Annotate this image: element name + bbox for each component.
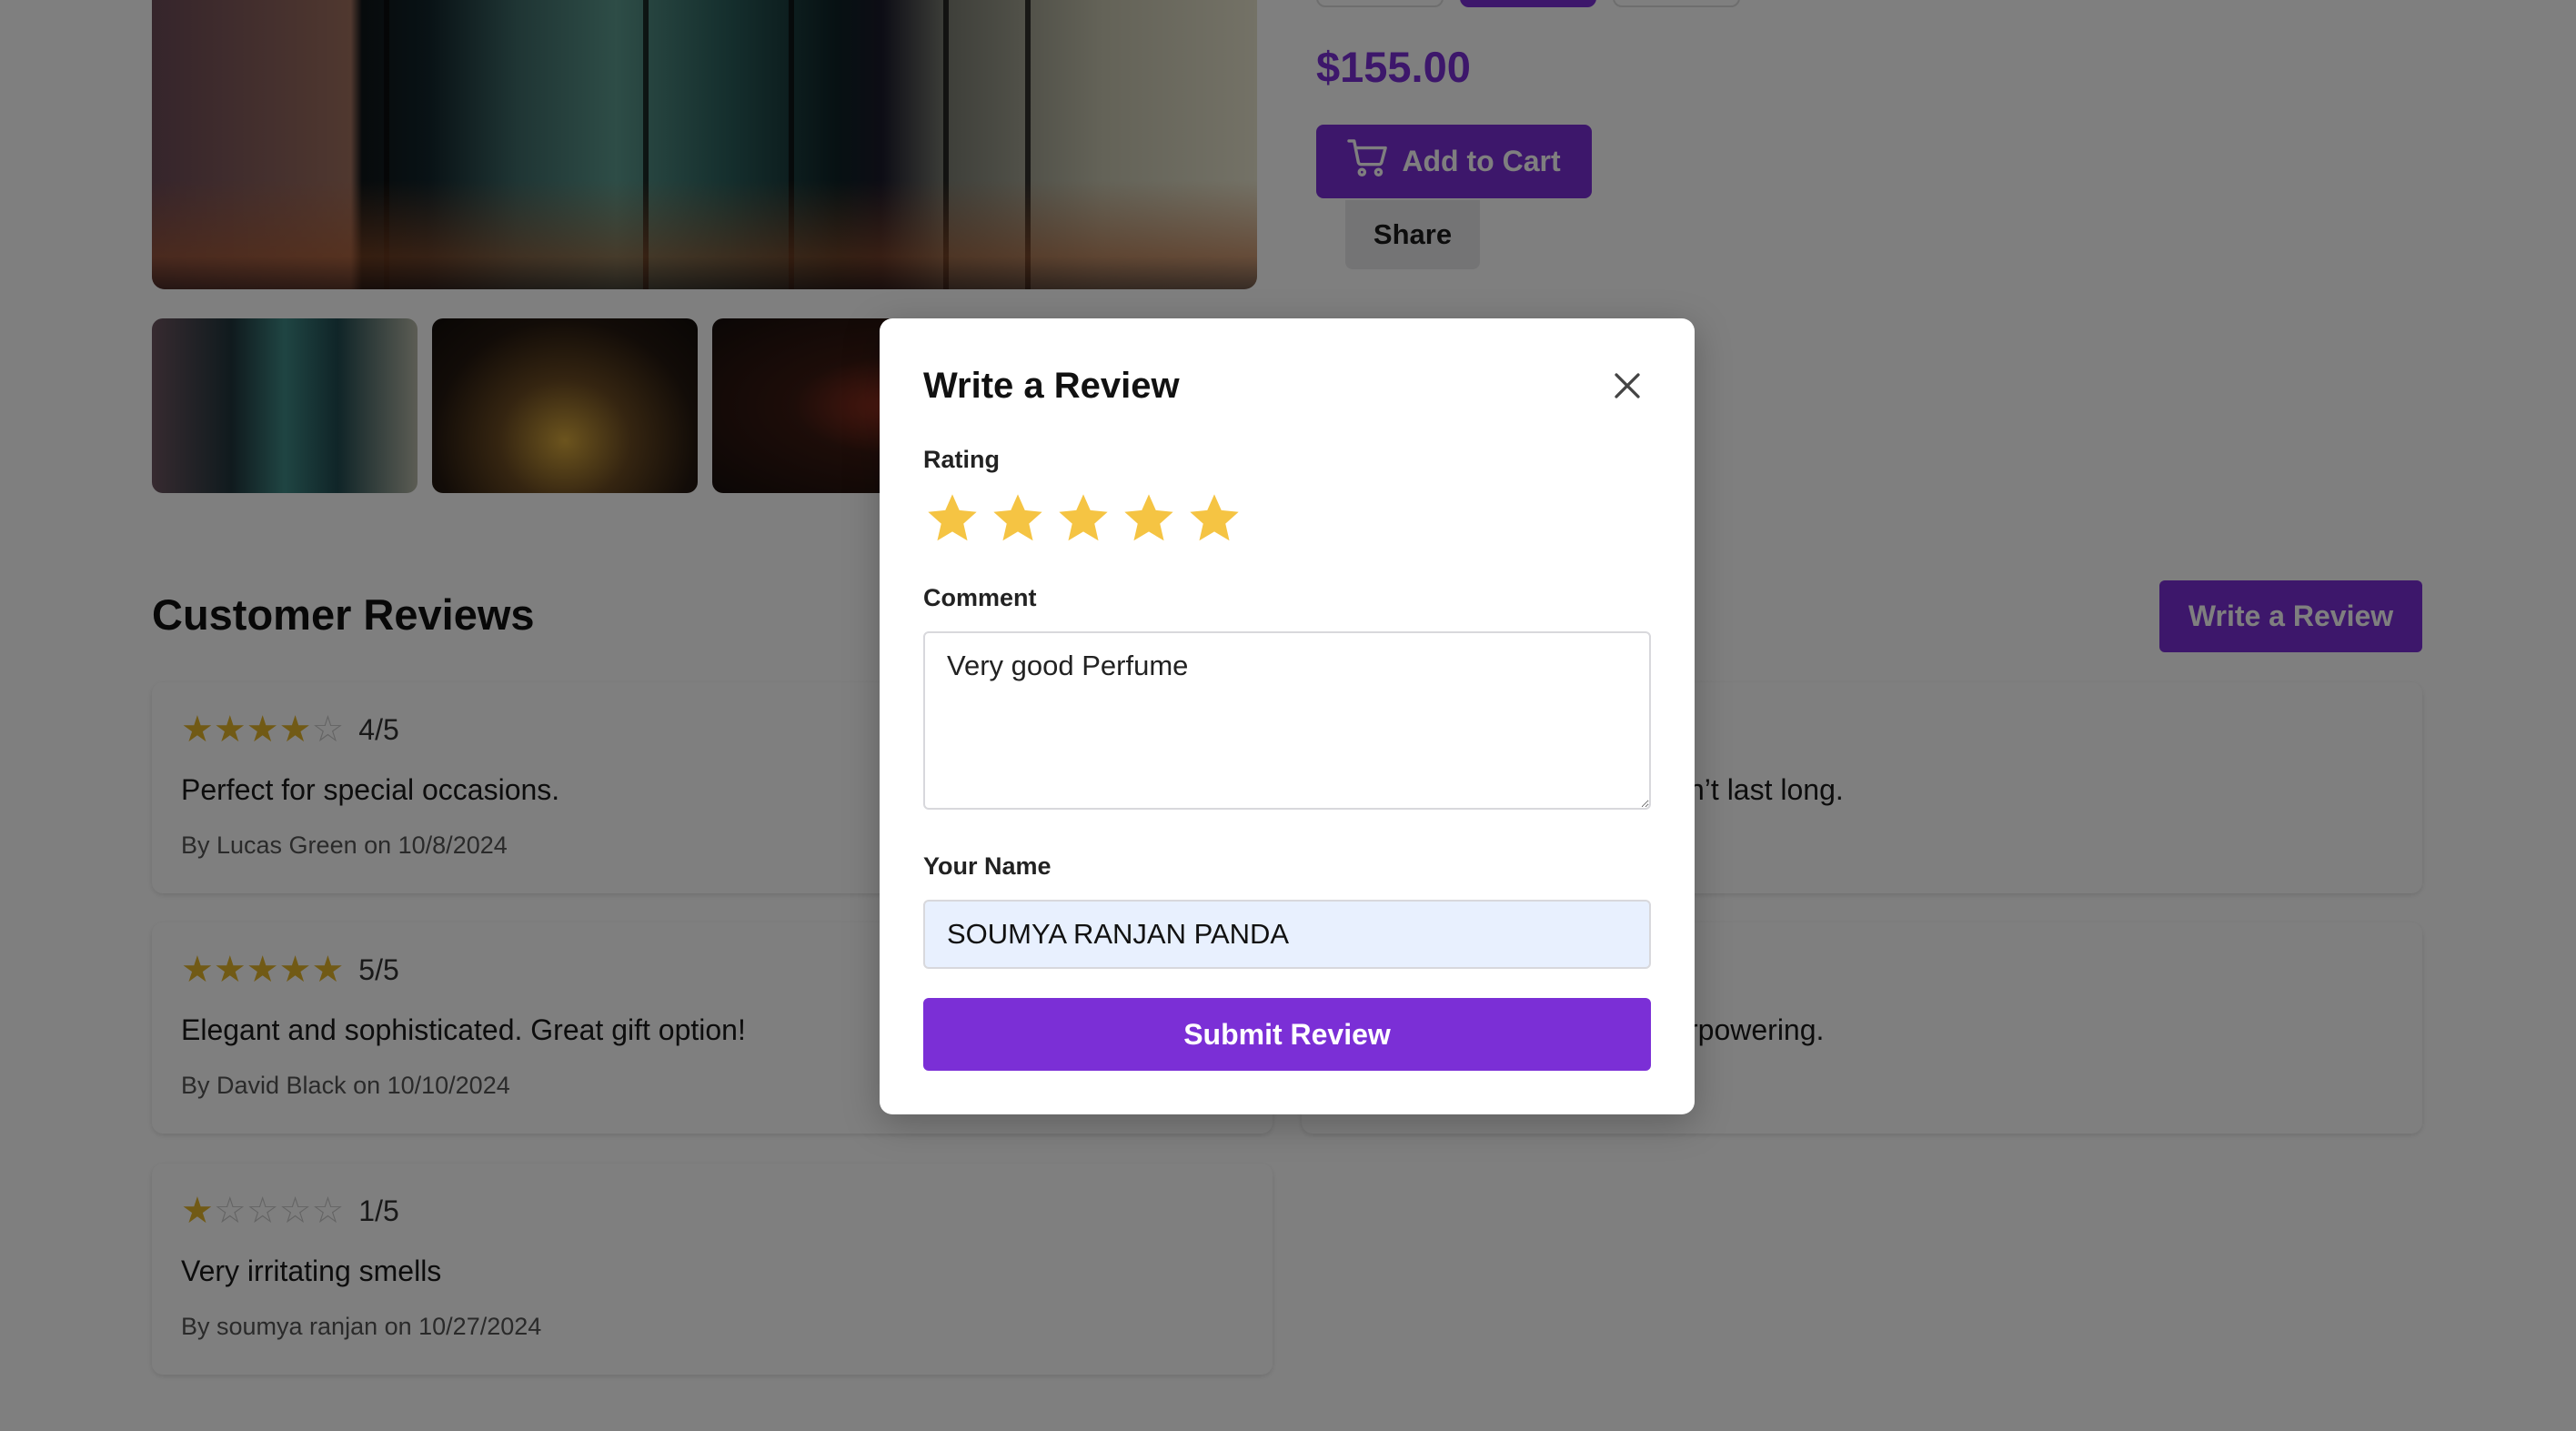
name-input[interactable] — [923, 900, 1651, 969]
close-button[interactable] — [1605, 364, 1650, 409]
star-icon[interactable] — [1120, 489, 1178, 548]
rating-input — [923, 489, 1243, 548]
submit-review-button[interactable]: Submit Review — [923, 998, 1651, 1071]
comment-textarea[interactable]: Very good Perfume — [923, 631, 1651, 810]
star-icon[interactable] — [1054, 489, 1112, 548]
comment-label: Comment — [923, 584, 1037, 611]
product-page: $155.00 Add to Cart Share Customer Revie… — [0, 0, 2576, 1431]
close-icon — [1611, 369, 1644, 405]
star-icon[interactable] — [1185, 489, 1243, 548]
name-label: Your Name — [923, 852, 1052, 880]
modal-title: Write a Review — [923, 366, 1180, 406]
star-icon[interactable] — [923, 489, 981, 548]
star-icon[interactable] — [989, 489, 1047, 548]
rating-label: Rating — [923, 446, 1000, 473]
